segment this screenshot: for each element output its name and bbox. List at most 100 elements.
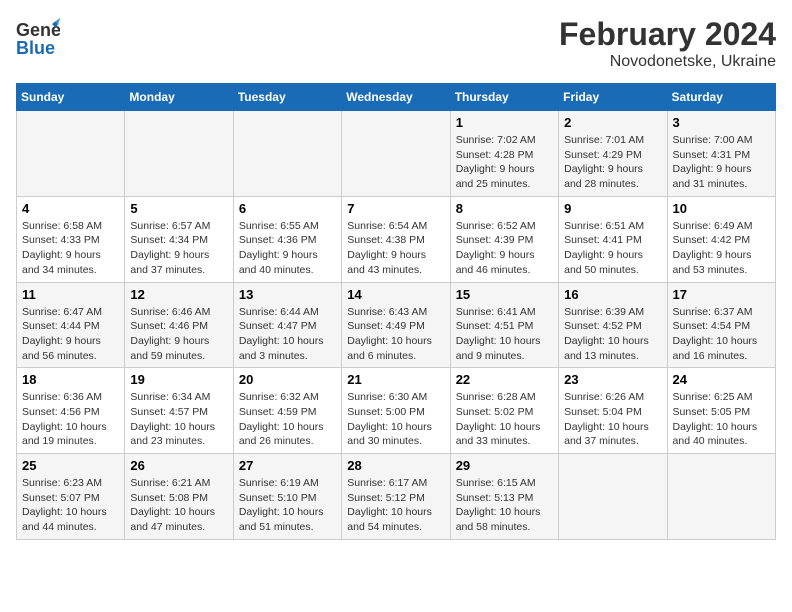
- day-info: Sunrise: 6:58 AMSunset: 4:33 PMDaylight:…: [22, 219, 119, 278]
- calendar-cell: 17Sunrise: 6:37 AMSunset: 4:54 PMDayligh…: [667, 282, 775, 368]
- calendar-cell: 25 Sunrise: 6:23 AMSunset: 5:07 PMDayligh…: [17, 454, 125, 540]
- calendar-cell: [233, 111, 341, 197]
- day-info: Sunrise: 6:44 AMSunset: 4:47 PMDaylight:…: [239, 305, 336, 364]
- day-info: Sunrise: 7:00 AMSunset: 4:31 PMDaylight:…: [673, 133, 770, 192]
- day-info: Sunrise: 6:55 AMSunset: 4:36 PMDaylight:…: [239, 219, 336, 278]
- calendar-table: SundayMondayTuesdayWednesdayThursdayFrid…: [16, 83, 776, 540]
- day-number: 23: [564, 372, 661, 387]
- day-number: 8: [456, 201, 553, 216]
- calendar-cell: 7 Sunrise: 6:54 AMSunset: 4:38 PMDaylight…: [342, 196, 450, 282]
- day-number: 13: [239, 287, 336, 302]
- calendar-title: February 2024: [559, 16, 776, 53]
- day-number: 11: [22, 287, 119, 302]
- calendar-cell: 16 Sunrise: 6:39 AMSunset: 4:52 PMDayligh…: [559, 282, 667, 368]
- day-number: 21: [347, 372, 444, 387]
- weekday-header-saturday: Saturday: [667, 84, 775, 111]
- calendar-cell: 4 Sunrise: 6:58 AMSunset: 4:33 PMDaylight…: [17, 196, 125, 282]
- day-info: Sunrise: 6:43 AMSunset: 4:49 PMDaylight:…: [347, 305, 444, 364]
- logo: General Blue: [16, 16, 58, 56]
- calendar-subtitle: Novodonetske, Ukraine: [559, 53, 776, 71]
- day-number: 15: [456, 287, 553, 302]
- calendar-cell: 21 Sunrise: 6:30 AMSunset: 5:00 PMDayligh…: [342, 368, 450, 454]
- weekday-header-row: SundayMondayTuesdayWednesdayThursdayFrid…: [17, 84, 776, 111]
- day-number: 24: [673, 372, 770, 387]
- day-number: 25: [22, 458, 119, 473]
- day-number: 28: [347, 458, 444, 473]
- day-info: Sunrise: 6:30 AMSunset: 5:00 PMDaylight:…: [347, 390, 444, 449]
- day-info: Sunrise: 6:23 AMSunset: 5:07 PMDaylight:…: [22, 476, 119, 535]
- calendar-cell: 8 Sunrise: 6:52 AMSunset: 4:39 PMDaylight…: [450, 196, 558, 282]
- title-block: February 2024 Novodonetske, Ukraine: [559, 16, 776, 71]
- day-number: 2: [564, 115, 661, 130]
- calendar-cell: 11 Sunrise: 6:47 AMSunset: 4:44 PMDayligh…: [17, 282, 125, 368]
- day-number: 7: [347, 201, 444, 216]
- day-number: 9: [564, 201, 661, 216]
- calendar-week-5: 25 Sunrise: 6:23 AMSunset: 5:07 PMDayligh…: [17, 454, 776, 540]
- day-info: Sunrise: 6:15 AMSunset: 5:13 PMDaylight:…: [456, 476, 553, 535]
- weekday-header-friday: Friday: [559, 84, 667, 111]
- day-number: 3: [673, 115, 770, 130]
- day-info: Sunrise: 6:32 AMSunset: 4:59 PMDaylight:…: [239, 390, 336, 449]
- day-info: Sunrise: 7:01 AMSunset: 4:29 PMDaylight:…: [564, 133, 661, 192]
- day-number: 12: [130, 287, 227, 302]
- day-info: Sunrise: 6:52 AMSunset: 4:39 PMDaylight:…: [456, 219, 553, 278]
- weekday-header-thursday: Thursday: [450, 84, 558, 111]
- day-info: Sunrise: 6:25 AMSunset: 5:05 PMDaylight:…: [673, 390, 770, 449]
- day-info: Sunrise: 6:19 AMSunset: 5:10 PMDaylight:…: [239, 476, 336, 535]
- calendar-cell: 18Sunrise: 6:36 AMSunset: 4:56 PMDayligh…: [17, 368, 125, 454]
- day-info: Sunrise: 6:17 AMSunset: 5:12 PMDaylight:…: [347, 476, 444, 535]
- calendar-week-2: 4 Sunrise: 6:58 AMSunset: 4:33 PMDaylight…: [17, 196, 776, 282]
- calendar-cell: 20 Sunrise: 6:32 AMSunset: 4:59 PMDayligh…: [233, 368, 341, 454]
- day-info: Sunrise: 6:54 AMSunset: 4:38 PMDaylight:…: [347, 219, 444, 278]
- calendar-cell: [125, 111, 233, 197]
- day-info: Sunrise: 6:57 AMSunset: 4:34 PMDaylight:…: [130, 219, 227, 278]
- calendar-cell: 6 Sunrise: 6:55 AMSunset: 4:36 PMDaylight…: [233, 196, 341, 282]
- day-number: 14: [347, 287, 444, 302]
- calendar-cell: 29 Sunrise: 6:15 AMSunset: 5:13 PMDayligh…: [450, 454, 558, 540]
- day-number: 4: [22, 201, 119, 216]
- calendar-cell: [667, 454, 775, 540]
- day-number: 19: [130, 372, 227, 387]
- weekday-header-wednesday: Wednesday: [342, 84, 450, 111]
- calendar-week-3: 11 Sunrise: 6:47 AMSunset: 4:44 PMDayligh…: [17, 282, 776, 368]
- calendar-cell: 26Sunrise: 6:21 AMSunset: 5:08 PMDayligh…: [125, 454, 233, 540]
- day-info: Sunrise: 7:02 AMSunset: 4:28 PMDaylight:…: [456, 133, 553, 192]
- weekday-header-tuesday: Tuesday: [233, 84, 341, 111]
- calendar-cell: 12 Sunrise: 6:46 AMSunset: 4:46 PMDayligh…: [125, 282, 233, 368]
- day-info: Sunrise: 6:34 AMSunset: 4:57 PMDaylight:…: [130, 390, 227, 449]
- day-number: 18: [22, 372, 119, 387]
- weekday-header-monday: Monday: [125, 84, 233, 111]
- calendar-cell: 2 Sunrise: 7:01 AMSunset: 4:29 PMDaylight…: [559, 111, 667, 197]
- day-info: Sunrise: 6:28 AMSunset: 5:02 PMDaylight:…: [456, 390, 553, 449]
- day-number: 16: [564, 287, 661, 302]
- calendar-cell: 24 Sunrise: 6:25 AMSunset: 5:05 PMDayligh…: [667, 368, 775, 454]
- day-info: Sunrise: 6:47 AMSunset: 4:44 PMDaylight:…: [22, 305, 119, 364]
- calendar-cell: 10Sunrise: 6:49 AMSunset: 4:42 PMDayligh…: [667, 196, 775, 282]
- day-info: Sunrise: 6:51 AMSunset: 4:41 PMDaylight:…: [564, 219, 661, 278]
- logo-icon: General Blue: [16, 16, 56, 56]
- calendar-cell: 13 Sunrise: 6:44 AMSunset: 4:47 PMDayligh…: [233, 282, 341, 368]
- day-number: 20: [239, 372, 336, 387]
- day-number: 6: [239, 201, 336, 216]
- calendar-week-4: 18Sunrise: 6:36 AMSunset: 4:56 PMDayligh…: [17, 368, 776, 454]
- calendar-cell: 1 Sunrise: 7:02 AMSunset: 4:28 PMDaylight…: [450, 111, 558, 197]
- calendar-cell: 3 Sunrise: 7:00 AMSunset: 4:31 PMDaylight…: [667, 111, 775, 197]
- day-number: 29: [456, 458, 553, 473]
- day-info: Sunrise: 6:26 AMSunset: 5:04 PMDaylight:…: [564, 390, 661, 449]
- day-number: 5: [130, 201, 227, 216]
- day-number: 1: [456, 115, 553, 130]
- weekday-header-sunday: Sunday: [17, 84, 125, 111]
- day-info: Sunrise: 6:46 AMSunset: 4:46 PMDaylight:…: [130, 305, 227, 364]
- calendar-cell: 23 Sunrise: 6:26 AMSunset: 5:04 PMDayligh…: [559, 368, 667, 454]
- calendar-cell: 5 Sunrise: 6:57 AMSunset: 4:34 PMDaylight…: [125, 196, 233, 282]
- calendar-cell: [559, 454, 667, 540]
- calendar-cell: 14 Sunrise: 6:43 AMSunset: 4:49 PMDayligh…: [342, 282, 450, 368]
- calendar-cell: 28 Sunrise: 6:17 AMSunset: 5:12 PMDayligh…: [342, 454, 450, 540]
- calendar-cell: 19 Sunrise: 6:34 AMSunset: 4:57 PMDayligh…: [125, 368, 233, 454]
- day-info: Sunrise: 6:39 AMSunset: 4:52 PMDaylight:…: [564, 305, 661, 364]
- day-number: 22: [456, 372, 553, 387]
- calendar-cell: 15Sunrise: 6:41 AMSunset: 4:51 PMDayligh…: [450, 282, 558, 368]
- calendar-week-1: 1 Sunrise: 7:02 AMSunset: 4:28 PMDaylight…: [17, 111, 776, 197]
- day-number: 26: [130, 458, 227, 473]
- calendar-cell: 22 Sunrise: 6:28 AMSunset: 5:02 PMDayligh…: [450, 368, 558, 454]
